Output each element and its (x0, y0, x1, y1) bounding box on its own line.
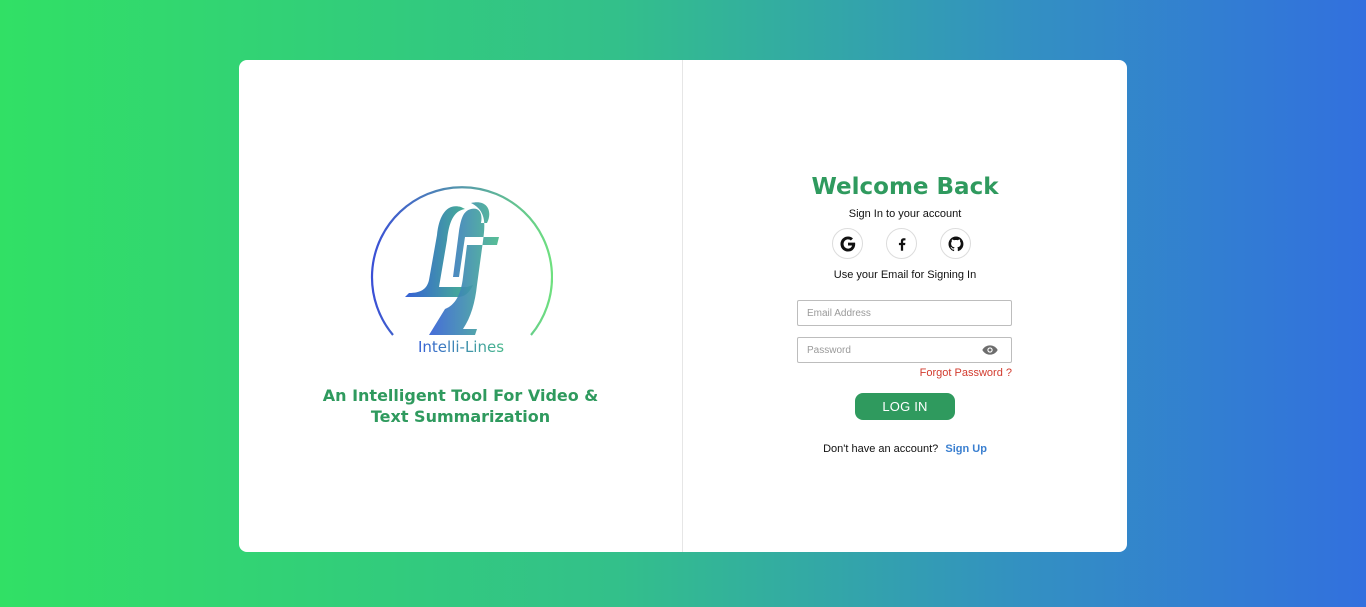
brand-logo: Intelli-Lines (369, 185, 553, 360)
login-panel: Welcome Back Sign In to your account Use… (683, 60, 1127, 552)
login-card: Intelli-Lines An Intelligent Tool For Vi… (239, 60, 1127, 552)
intelli-lines-logo-icon: Intelli-Lines (370, 186, 553, 356)
login-button[interactable]: LOG IN (855, 393, 955, 420)
tagline-line-1: An Intelligent Tool For Video & (322, 386, 599, 405)
show-password-toggle[interactable] (982, 344, 998, 356)
tagline: An Intelligent Tool For Video & Text Sum… (239, 385, 682, 427)
facebook-login-button[interactable] (886, 228, 917, 259)
google-icon (840, 236, 855, 251)
google-login-button[interactable] (832, 228, 863, 259)
password-field[interactable] (798, 338, 1011, 362)
brand-panel: Intelli-Lines An Intelligent Tool For Vi… (239, 60, 683, 552)
email-field-wrapper (797, 300, 1012, 326)
social-login-row (832, 228, 971, 259)
facebook-icon (898, 237, 905, 251)
tagline-line-2: Text Summarization (370, 407, 551, 426)
email-field[interactable] (798, 301, 1011, 325)
signup-link[interactable]: Sign Up (945, 443, 987, 455)
forgot-password-link[interactable]: Forgot Password ? (920, 367, 1012, 379)
eye-icon (982, 345, 998, 355)
password-field-wrapper (797, 337, 1012, 363)
login-title: Welcome Back (811, 174, 999, 200)
logo-wordmark: Intelli-Lines (418, 338, 504, 356)
signup-prompt: Don't have an account? (823, 443, 939, 455)
github-icon (948, 236, 963, 251)
login-subtitle: Sign In to your account (848, 208, 962, 220)
signup-row: Don't have an account? Sign Up (683, 443, 1127, 455)
email-hint: Use your Email for Signing In (833, 269, 977, 281)
github-login-button[interactable] (940, 228, 971, 259)
